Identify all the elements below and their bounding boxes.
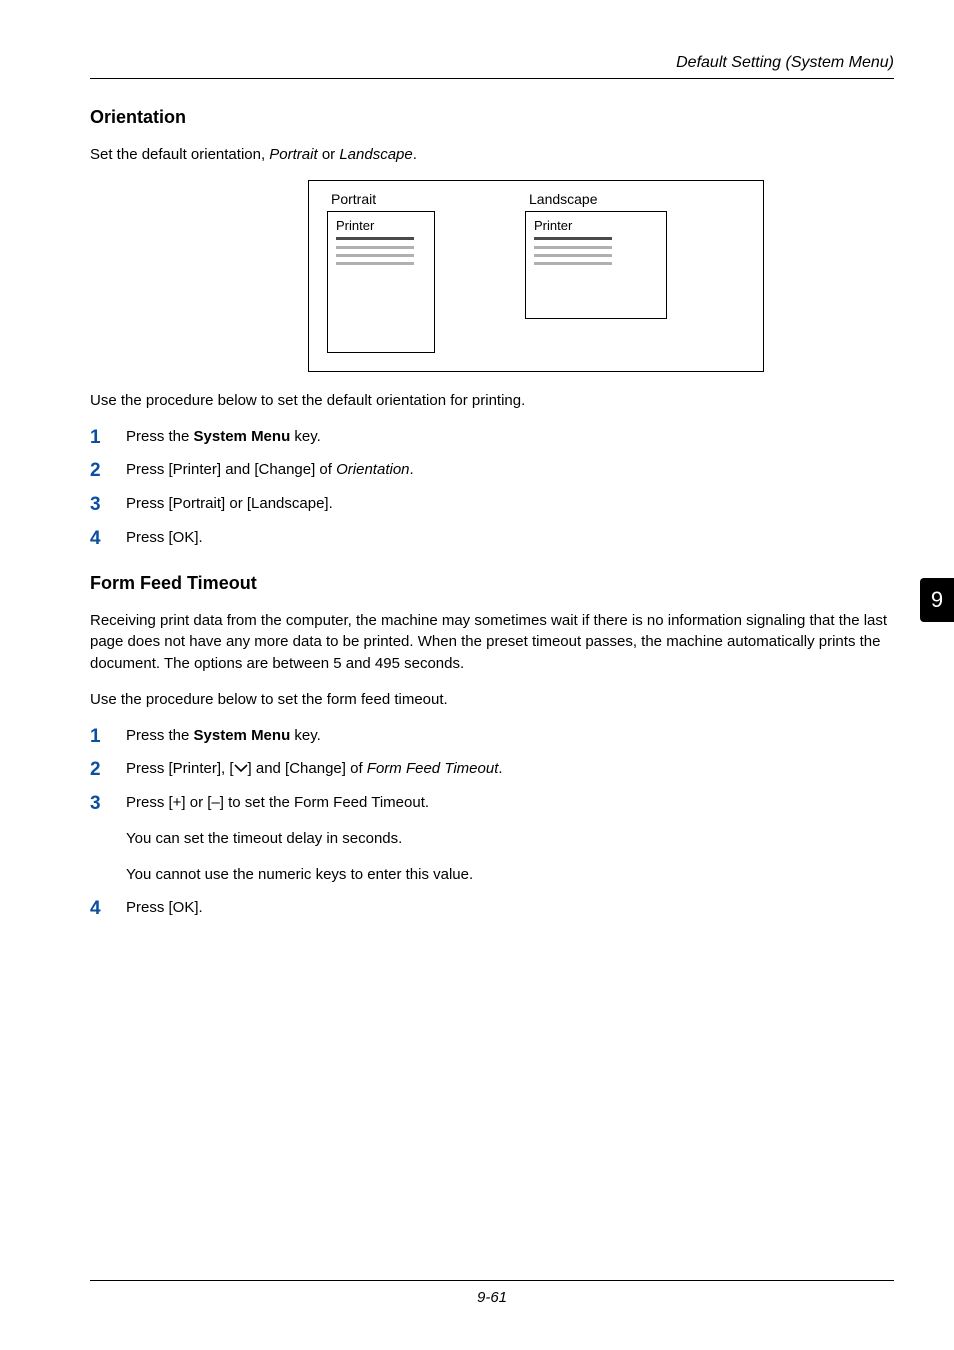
header-text: Default Setting (System Menu): [676, 54, 894, 71]
orientation-diagram: Portrait Printer Landscape Printer: [308, 180, 764, 372]
page-title-text: Printer: [534, 218, 658, 233]
section-title-orientation: Orientation: [90, 107, 894, 128]
step-4: Press [OK].: [90, 897, 894, 919]
formfeed-lead: Use the procedure below to set the form …: [90, 689, 894, 711]
step-2: Press [Printer] and [Change] of Orientat…: [90, 459, 894, 481]
system-menu-key: System Menu: [194, 727, 291, 744]
page-title-text: Printer: [336, 218, 426, 233]
section-title-formfeed: Form Feed Timeout: [90, 573, 894, 594]
page-number: 9-61: [477, 1289, 507, 1306]
orientation-steps: Press the System Menu key. Press [Printe…: [90, 426, 894, 549]
line: [534, 262, 612, 265]
step-1: Press the System Menu key.: [90, 426, 894, 448]
line: [336, 237, 414, 240]
text-emph: Orientation: [336, 461, 409, 478]
step-3-sub1: You can set the timeout delay in seconds…: [126, 828, 894, 850]
line: [534, 237, 612, 240]
step-3: Press [+] or [–] to set the Form Feed Ti…: [90, 792, 894, 885]
line: [534, 254, 612, 257]
text: Set the default orientation,: [90, 146, 269, 163]
text: ] and [Change] of: [248, 760, 367, 777]
text: Press [Printer] and [Change] of: [126, 461, 336, 478]
portrait-page-icon: Printer: [327, 211, 435, 353]
chapter-tab: 9: [920, 578, 954, 622]
step-2: Press [Printer], [ ] and [Change] of Form…: [90, 758, 894, 780]
page-footer: 9-61: [90, 1280, 894, 1306]
line: [336, 246, 414, 249]
text: Press [+] or [–] to set the Form Feed Ti…: [126, 794, 429, 811]
step-4: Press [OK].: [90, 527, 894, 549]
text: key.: [290, 727, 321, 744]
page-header: Default Setting (System Menu): [90, 54, 894, 79]
formfeed-steps: Press the System Menu key. Press [Printe…: [90, 725, 894, 920]
line: [336, 254, 414, 257]
text: key.: [290, 428, 321, 445]
landscape-label: Landscape: [525, 191, 598, 207]
chevron-down-icon: [234, 762, 248, 774]
text: .: [410, 461, 414, 478]
orientation-lead: Use the procedure below to set the defau…: [90, 390, 894, 412]
text-emph: Landscape: [339, 146, 412, 163]
line: [336, 262, 414, 265]
step-3-sub2: You cannot use the numeric keys to enter…: [126, 864, 894, 886]
text-emph: Portrait: [269, 146, 317, 163]
text: Press the: [126, 727, 194, 744]
portrait-label: Portrait: [327, 191, 376, 207]
text: .: [498, 760, 502, 777]
text: .: [413, 146, 417, 163]
text-emph: Form Feed Timeout: [367, 760, 499, 777]
formfeed-para: Receiving print data from the computer, …: [90, 610, 894, 675]
chapter-number: 9: [931, 587, 943, 613]
line: [534, 246, 612, 249]
text: or: [318, 146, 340, 163]
text: Press [Printer], [: [126, 760, 234, 777]
text: Press the: [126, 428, 194, 445]
system-menu-key: System Menu: [194, 428, 291, 445]
step-1: Press the System Menu key.: [90, 725, 894, 747]
orientation-intro: Set the default orientation, Portrait or…: [90, 144, 894, 166]
step-3: Press [Portrait] or [Landscape].: [90, 493, 894, 515]
landscape-column: Landscape Printer: [525, 191, 667, 353]
landscape-page-icon: Printer: [525, 211, 667, 319]
portrait-column: Portrait Printer: [327, 191, 435, 353]
